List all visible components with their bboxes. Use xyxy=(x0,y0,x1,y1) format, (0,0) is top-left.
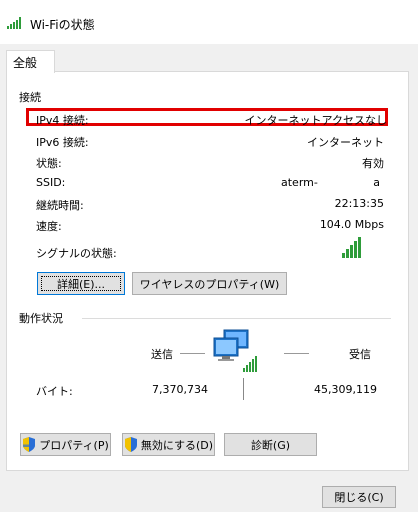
diagnose-button[interactable]: 診断(G) xyxy=(224,433,317,456)
uac-shield-icon xyxy=(124,437,137,452)
window-title: Wi-Fiの状態 xyxy=(30,18,95,32)
speed-value: 104.0 Mbps xyxy=(319,218,384,231)
network-computers-icon xyxy=(213,329,257,372)
ssid-label: SSID: xyxy=(36,176,66,189)
signal-strength-icon xyxy=(342,236,361,258)
ipv4-value: インターネットアクセスなし xyxy=(244,114,387,127)
sent-label: 送信 xyxy=(151,348,173,361)
speed-label: 速度: xyxy=(36,220,62,233)
uac-shield-icon xyxy=(23,437,36,452)
duration-label: 継続時間: xyxy=(36,199,84,212)
ipv6-value: インターネット xyxy=(307,136,384,149)
bytes-label: バイト: xyxy=(36,385,73,398)
properties-button-label: プロパティ(P) xyxy=(39,438,109,452)
details-button-label: 詳細(E)... xyxy=(56,277,106,291)
disable-button-label: 無効にする(D) xyxy=(140,438,214,452)
properties-button[interactable]: プロパティ(P) xyxy=(20,433,111,456)
sent-line xyxy=(180,353,205,354)
bytes-sent-value: 7,370,734 xyxy=(152,383,208,396)
ipv6-label: IPv6 接続: xyxy=(36,136,89,149)
activity-section-title: 動作状況 xyxy=(19,310,69,326)
connection-section-title: 接続 xyxy=(19,89,47,105)
wireless-properties-button-label: ワイヤレスのプロパティ(W) xyxy=(139,277,280,291)
ssid-value-suffix: a xyxy=(373,176,380,189)
tab-panel-general xyxy=(6,71,409,471)
ssid-value: aterm- xyxy=(281,176,318,189)
title-bar: Wi-Fiの状態 xyxy=(0,0,418,44)
received-line xyxy=(284,353,309,354)
ipv4-label: IPv4 接続: xyxy=(36,114,89,127)
received-label: 受信 xyxy=(349,348,371,361)
activity-divider xyxy=(82,318,391,319)
diagnose-button-label: 診断(G) xyxy=(250,438,291,452)
tab-general[interactable]: 全般 xyxy=(6,50,55,73)
state-label: 状態: xyxy=(36,157,62,170)
close-button-label: 閉じる(C) xyxy=(334,491,384,504)
wifi-signal-icon xyxy=(7,17,21,29)
bytes-received-value: 45,309,119 xyxy=(314,383,377,396)
disable-button[interactable]: 無効にする(D) xyxy=(122,433,215,456)
duration-value: 22:13:35 xyxy=(334,197,384,210)
activity-separator xyxy=(243,378,244,400)
close-button[interactable]: 閉じる(C) xyxy=(322,486,396,508)
signal-label: シグナルの状態: xyxy=(36,247,117,260)
state-value: 有効 xyxy=(362,157,384,170)
details-button[interactable]: 詳細(E)... xyxy=(37,272,125,295)
tab-general-label: 全般 xyxy=(13,56,38,70)
wireless-properties-button[interactable]: ワイヤレスのプロパティ(W) xyxy=(132,272,287,295)
